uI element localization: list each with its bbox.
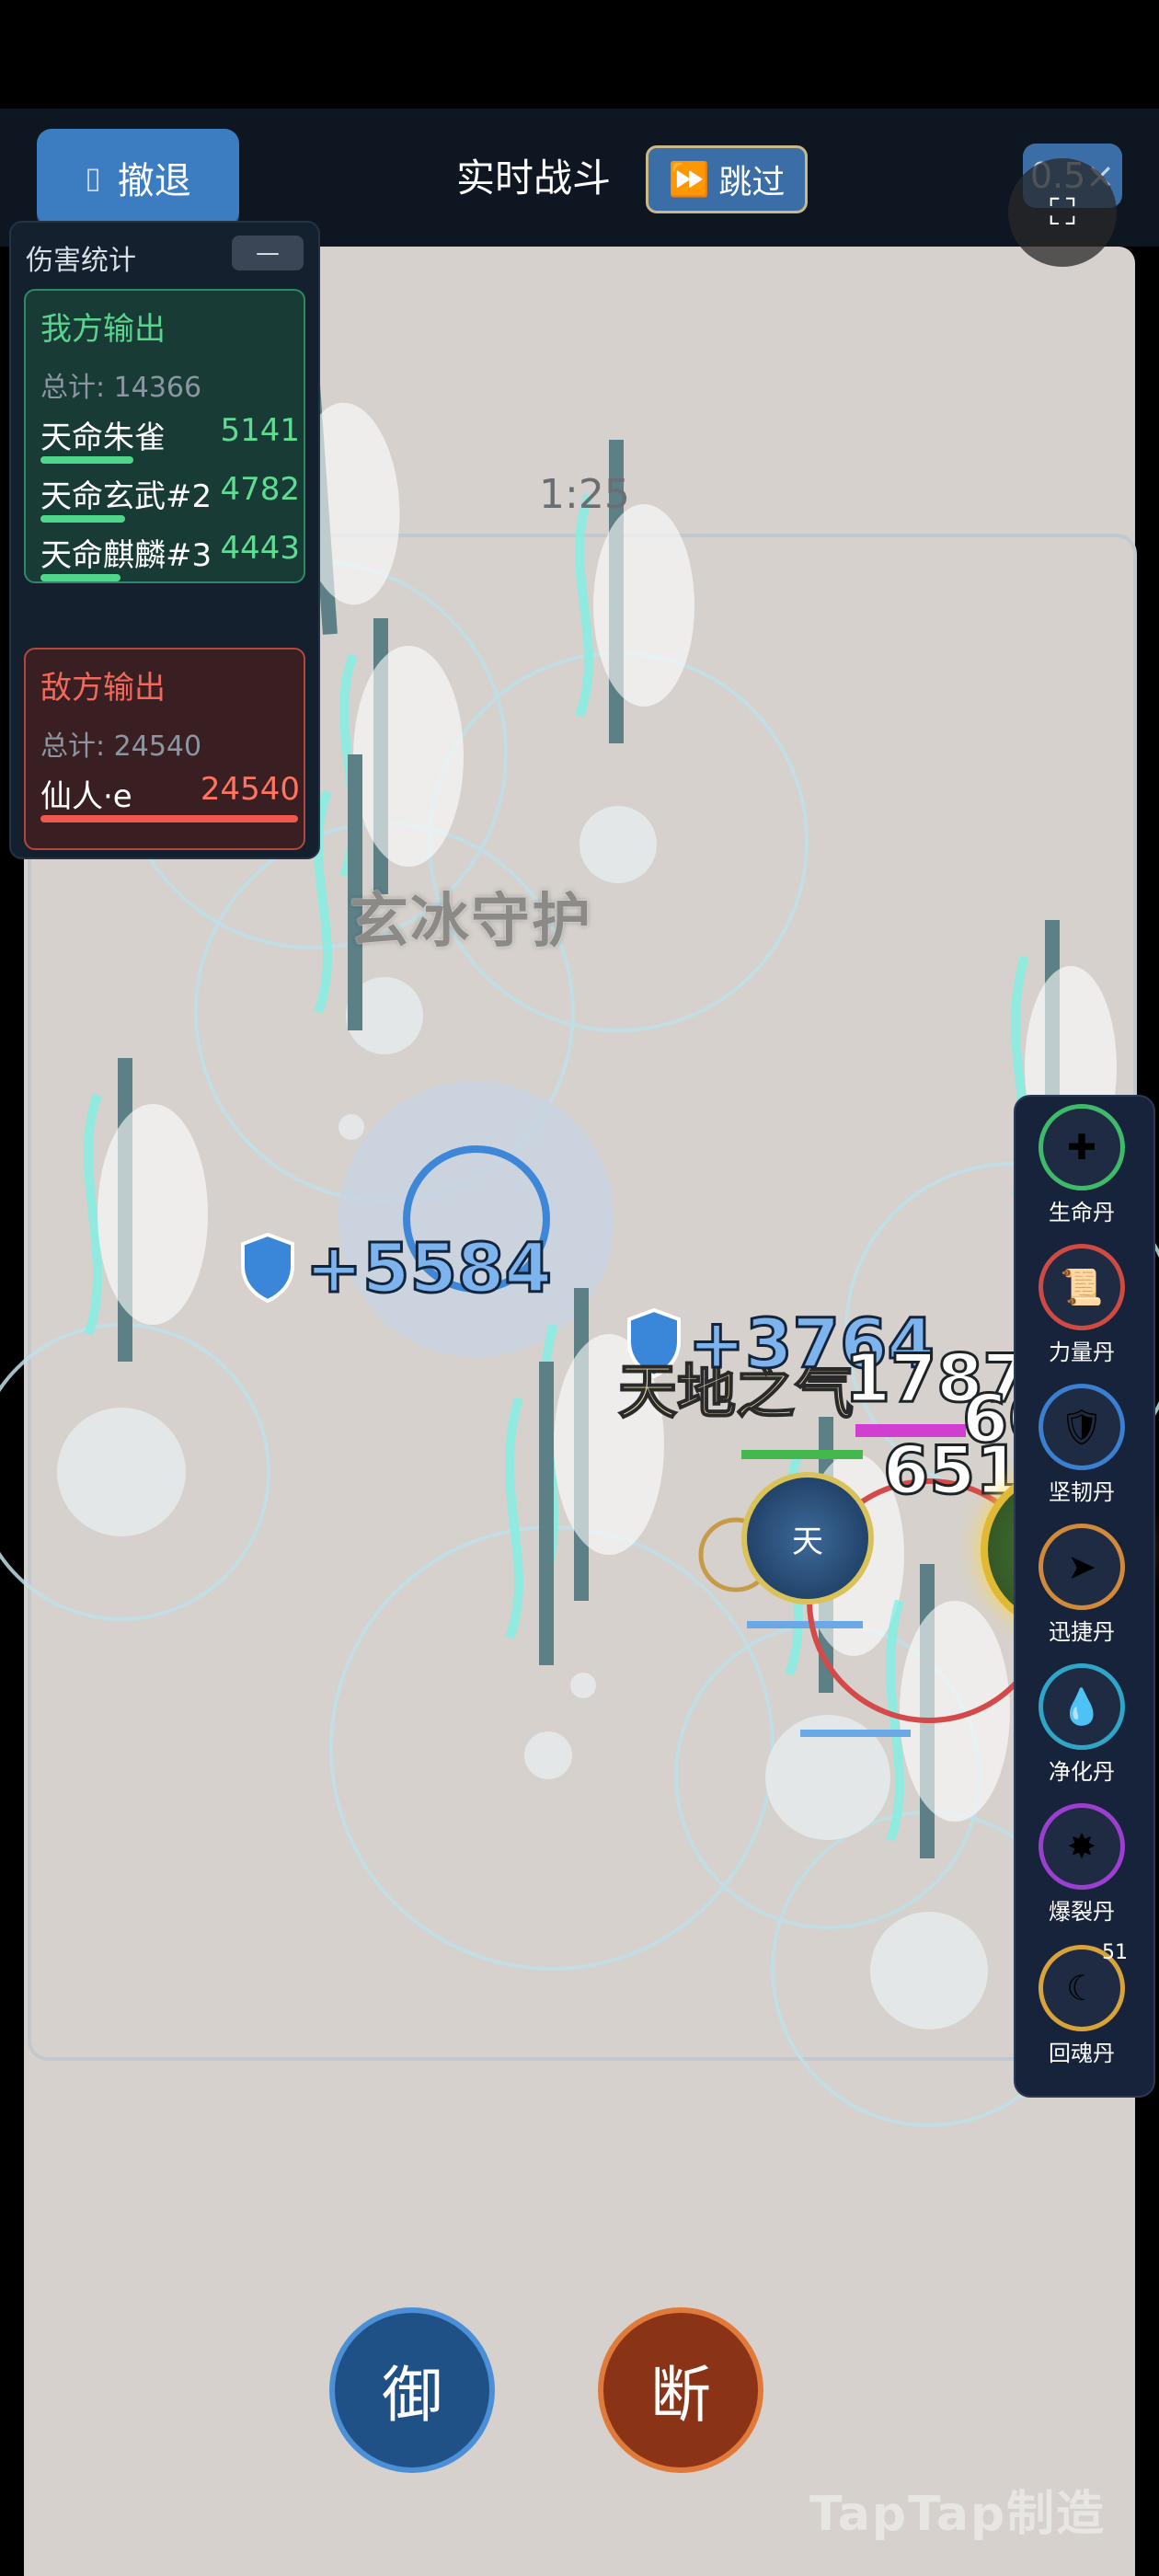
- item-slot[interactable]: 💧 净化丹: [1038, 1663, 1126, 1786]
- enemy-damage-total: 总计: 24540: [40, 730, 202, 763]
- retreat-icon: ▯: [85, 160, 101, 195]
- break-label: 断: [650, 2360, 711, 2431]
- damage-stats-title: 伤害统计: [26, 245, 136, 277]
- speed-pill-icon: ➤: [1039, 1524, 1125, 1610]
- unit-damage: 5141: [220, 412, 300, 449]
- unit-name: 天命朱雀: [40, 420, 166, 456]
- item-label: 坚韧丹: [1049, 1479, 1115, 1505]
- skip-label: 跳过: [718, 164, 786, 201]
- damage-share-bar: [40, 515, 125, 523]
- ally-damage-row: 天命玄武#2 4782: [40, 471, 307, 526]
- enemy-damage-row: 仙人·e 24540: [40, 771, 307, 826]
- defend-button[interactable]: 御: [329, 2307, 495, 2473]
- item-label: 力量丹: [1049, 1340, 1115, 1365]
- defend-label: 御: [382, 2360, 442, 2431]
- item-slot[interactable]: ➤ 迅捷丹: [1038, 1524, 1126, 1646]
- item-slot[interactable]: ☾ 回魂丹 51: [1038, 1941, 1128, 2067]
- item-label: 生命丹: [1049, 1200, 1115, 1225]
- unit-name: 仙人·e: [40, 778, 132, 815]
- fullscreen-icon: ⛶: [1050, 191, 1075, 234]
- skip-button[interactable]: ⏩ 跳过: [646, 145, 808, 213]
- unit-name: 天命玄武#2: [40, 478, 212, 515]
- fullscreen-button[interactable]: ⛶: [1008, 158, 1117, 267]
- damage-share-bar: [40, 574, 120, 581]
- damage-stats-panel: 伤害统计 — 我方输出 总计: 14366 天命朱雀 5141 天命玄武#2 4…: [9, 221, 320, 859]
- page-title: 实时战斗: [456, 155, 612, 201]
- unit-name: 天命麒麟#3: [40, 537, 212, 574]
- hero-label: 天: [792, 1523, 823, 1560]
- ally-damage-row: 天命朱雀 5141: [40, 412, 307, 467]
- ally-damage-row: 天命麒麟#3 4443: [40, 530, 307, 585]
- life-pill-icon: ✚: [1039, 1104, 1125, 1190]
- watermark: TapTap制造: [809, 2487, 1107, 2542]
- damage-share-bar: [40, 456, 133, 464]
- item-slot[interactable]: ✸ 爆裂丹: [1038, 1803, 1126, 1926]
- player-aura: [339, 1081, 614, 1357]
- item-slot[interactable]: 📜 力量丹: [1038, 1244, 1126, 1366]
- water-drop-icon: 💧: [1039, 1663, 1125, 1750]
- enemy-damage-box: 敌方输出 总计: 24540 仙人·e 24540: [24, 648, 305, 850]
- shield-pill-icon: 🛡: [1039, 1384, 1125, 1470]
- item-label: 迅捷丹: [1049, 1619, 1115, 1645]
- ally-damage-box: 我方输出 总计: 14366 天命朱雀 5141 天命玄武#2 4782 天命麒…: [24, 289, 305, 583]
- ally-damage-title: 我方输出: [40, 311, 166, 348]
- item-slot[interactable]: ✚ 生命丹: [1038, 1104, 1126, 1226]
- scroll-icon: 📜: [1039, 1244, 1125, 1330]
- ally-hero-token[interactable]: 天: [741, 1472, 874, 1604]
- ally-damage-total: 总计: 14366: [40, 372, 202, 404]
- item-label: 爆裂丹: [1049, 1899, 1115, 1925]
- battle-timer: 1:25: [539, 471, 630, 518]
- unit-damage: 4443: [220, 530, 300, 567]
- minimize-button[interactable]: —: [232, 236, 304, 270]
- item-label: 回魂丹: [1049, 2041, 1115, 2066]
- fast-forward-icon: ⏩: [668, 161, 710, 199]
- heal-number: +5584: [304, 1228, 554, 1310]
- skill-name-text: 玄冰守护: [350, 888, 592, 956]
- item-slot[interactable]: 🛡 坚韧丹: [1038, 1384, 1126, 1506]
- retreat-button[interactable]: ▯ 撤退: [37, 129, 239, 226]
- item-label: 净化丹: [1049, 1759, 1115, 1785]
- retreat-label: 撤退: [117, 160, 191, 202]
- enemy-damage-title: 敌方输出: [40, 670, 166, 707]
- item-count: 51: [1102, 1941, 1128, 1964]
- unit-damage: 24540: [200, 771, 300, 808]
- explosion-icon: ✸: [1039, 1803, 1125, 1890]
- break-button[interactable]: 断: [598, 2307, 763, 2473]
- unit-damage: 4782: [220, 471, 300, 508]
- shield-icon: [241, 1233, 294, 1303]
- damage-share-bar: [40, 815, 298, 822]
